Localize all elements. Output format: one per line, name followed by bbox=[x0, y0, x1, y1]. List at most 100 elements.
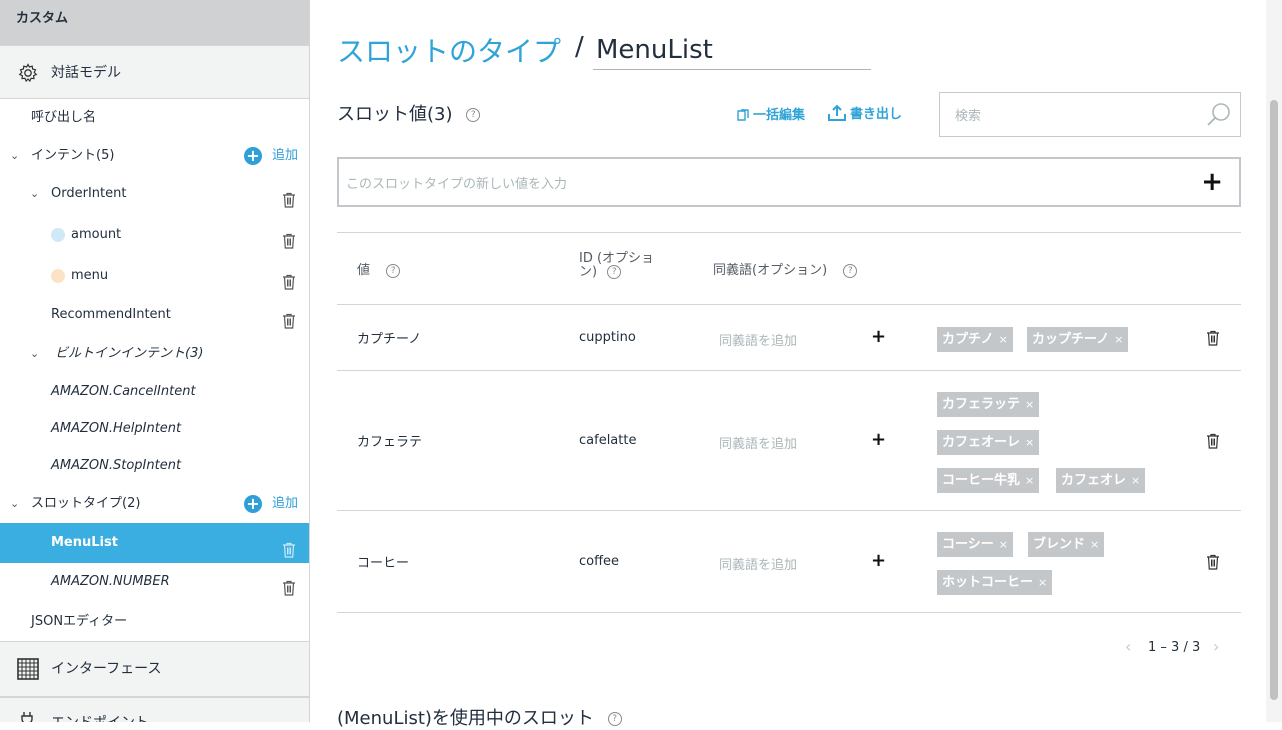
sidebar-item-label: 呼び出し名 bbox=[31, 110, 97, 125]
prev-page-icon[interactable]: ‹ bbox=[1125, 637, 1131, 656]
sidebar-section-interfaces[interactable]: インターフェース bbox=[0, 641, 309, 697]
sidebar-item-menulist[interactable]: MenuList bbox=[0, 523, 309, 563]
remove-synonym-icon[interactable]: × bbox=[1025, 474, 1034, 487]
synonym-chip[interactable]: コーシー × bbox=[937, 532, 1013, 557]
export-button[interactable]: 書き出し bbox=[828, 103, 902, 125]
sidebar-item-label: AMAZON.HelpIntent bbox=[51, 421, 182, 436]
help-icon[interactable]: ? bbox=[843, 263, 858, 278]
new-value-input[interactable] bbox=[339, 159, 1188, 207]
remove-synonym-icon[interactable]: × bbox=[1114, 333, 1123, 346]
slot-id[interactable]: coffee bbox=[579, 554, 619, 569]
breadcrumb-separator: / bbox=[575, 32, 584, 62]
chevron-down-icon[interactable]: ⌄ bbox=[30, 335, 39, 373]
remove-synonym-icon[interactable]: × bbox=[999, 333, 1008, 346]
trash-icon[interactable] bbox=[1206, 433, 1220, 453]
synonym-chip[interactable]: カプチノ × bbox=[937, 327, 1013, 352]
add-synonym-input[interactable]: 同義語を追加 bbox=[719, 330, 797, 349]
sidebar-item-label: amount bbox=[71, 227, 122, 242]
add-synonym-plus-icon[interactable]: + bbox=[871, 429, 886, 450]
slot-value[interactable]: カプチーノ bbox=[357, 328, 421, 347]
scrollbar-thumb[interactable] bbox=[1270, 100, 1278, 700]
sidebar-item-recommend-intent[interactable]: RecommendIntent bbox=[0, 296, 309, 334]
bulk-edit-button[interactable]: 一括編集 bbox=[737, 104, 805, 125]
slot-values-title: スロット値(3) bbox=[337, 104, 453, 125]
slot-value[interactable]: カフェラテ bbox=[357, 431, 422, 450]
synonym-chip[interactable]: ホットコーヒー × bbox=[937, 570, 1053, 595]
sidebar-item-label: AMAZON.StopIntent bbox=[51, 458, 182, 473]
sidebar-section-endpoint[interactable]: エンドポイント bbox=[0, 697, 309, 722]
synonym-chip[interactable]: カフェラッテ × bbox=[937, 392, 1040, 417]
chevron-down-icon[interactable]: ⌄ bbox=[10, 137, 19, 175]
sidebar-item-amazon-number[interactable]: AMAZON.NUMBER bbox=[0, 563, 309, 601]
sidebar-section-label: エンドポイント bbox=[51, 708, 149, 722]
sidebar-item-intents[interactable]: ⌄ インテント(5) + 追加 bbox=[0, 137, 309, 175]
search-input[interactable] bbox=[940, 93, 1217, 138]
help-icon[interactable]: ? bbox=[386, 263, 401, 278]
remove-synonym-icon[interactable]: × bbox=[1131, 474, 1140, 487]
slot-id[interactable]: cupptino bbox=[579, 330, 636, 345]
synonym-chip[interactable]: カフェオレ × bbox=[1056, 468, 1146, 493]
column-header-id: ID (オプショ ン) ? bbox=[579, 252, 654, 279]
slot-id[interactable]: cafelatte bbox=[579, 433, 636, 448]
next-page-icon[interactable]: › bbox=[1213, 637, 1219, 656]
pagination-label: 1 – 3 / 3 bbox=[1148, 640, 1201, 655]
column-header-synonyms: 同義語(オプション) ? bbox=[713, 259, 858, 278]
sidebar-item-slot-menu[interactable]: menu bbox=[0, 257, 309, 295]
sidebar-item-slot-amount[interactable]: amount bbox=[0, 216, 309, 254]
trash-icon[interactable] bbox=[1206, 330, 1220, 350]
divider bbox=[337, 232, 1241, 233]
search-box[interactable] bbox=[939, 92, 1241, 138]
help-icon[interactable]: ? bbox=[607, 265, 622, 279]
remove-synonym-icon[interactable]: × bbox=[1038, 576, 1047, 589]
remove-synonym-icon[interactable]: × bbox=[1025, 436, 1034, 449]
synonym-chip[interactable]: コーヒー牛乳 × bbox=[937, 468, 1040, 493]
add-synonym-input[interactable]: 同義語を追加 bbox=[719, 554, 797, 573]
main-content: スロットのタイプ / MenuList スロット値(3) ? 一括編集 書き出し… bbox=[311, 0, 1271, 729]
sidebar-item-label: MenuList bbox=[51, 535, 118, 550]
new-value-box[interactable]: + bbox=[337, 157, 1241, 207]
upload-icon bbox=[828, 104, 846, 125]
export-label: 書き出し bbox=[850, 107, 903, 122]
sidebar-item-help-intent[interactable]: AMAZON.HelpIntent bbox=[0, 410, 309, 448]
sidebar-item-builtin-intents[interactable]: ⌄ ビルトインインテント(3) bbox=[0, 335, 309, 373]
slot-value[interactable]: コーヒー bbox=[357, 552, 409, 571]
slot-values-heading: スロット値(3) ? bbox=[337, 100, 481, 126]
bulk-edit-label: 一括編集 bbox=[753, 108, 806, 123]
help-icon[interactable]: ? bbox=[607, 712, 622, 726]
add-synonym-plus-icon[interactable]: + bbox=[871, 550, 886, 571]
synonym-chip[interactable]: ブレンド × bbox=[1028, 532, 1105, 557]
help-icon[interactable]: ? bbox=[466, 108, 481, 122]
column-header-label: ID (オプショ bbox=[579, 251, 655, 266]
sidebar-item-label: AMAZON.NUMBER bbox=[51, 574, 170, 589]
sidebar-item-slot-types[interactable]: ⌄ スロットタイプ(2) + 追加 bbox=[0, 485, 309, 523]
sidebar-item-stop-intent[interactable]: AMAZON.StopIntent bbox=[0, 447, 309, 485]
plus-circle-icon: + bbox=[244, 147, 262, 165]
sidebar-header: カスタム bbox=[0, 0, 309, 45]
add-synonym-input[interactable]: 同義語を追加 bbox=[719, 433, 797, 452]
synonym-label: カフェオレ bbox=[1061, 473, 1127, 488]
add-label: 追加 bbox=[272, 148, 299, 163]
synonym-chip[interactable]: カフェオーレ × bbox=[937, 430, 1040, 455]
sidebar-section-dialog-model[interactable]: 対話モデル bbox=[0, 45, 309, 99]
sidebar-item-order-intent[interactable]: ⌄ OrderIntent bbox=[0, 175, 309, 213]
remove-synonym-icon[interactable]: × bbox=[1025, 398, 1034, 411]
synonym-label: コーヒー牛乳 bbox=[942, 473, 1021, 488]
remove-synonym-icon[interactable]: × bbox=[1090, 538, 1099, 551]
sidebar-item-cancel-intent[interactable]: AMAZON.CancelIntent bbox=[0, 373, 309, 411]
chevron-down-icon[interactable]: ⌄ bbox=[10, 485, 19, 523]
slot-color-dot bbox=[51, 228, 65, 242]
chevron-down-icon[interactable]: ⌄ bbox=[30, 175, 39, 213]
search-icon[interactable] bbox=[1206, 102, 1232, 132]
slot-type-name-field[interactable]: MenuList bbox=[593, 30, 871, 70]
plug-icon bbox=[20, 710, 34, 722]
add-value-plus-icon[interactable]: + bbox=[1201, 167, 1223, 197]
synonym-chip[interactable]: カップチーノ × bbox=[1027, 327, 1129, 352]
add-synonym-plus-icon[interactable]: + bbox=[871, 326, 886, 347]
sidebar-item-json-editor[interactable]: JSONエディター bbox=[0, 603, 309, 641]
sidebar-item-label: RecommendIntent bbox=[51, 307, 171, 322]
trash-icon[interactable] bbox=[1206, 554, 1220, 574]
breadcrumb-slot-types-link[interactable]: スロットのタイプ bbox=[337, 30, 561, 70]
sidebar-item-label: インテント(5) bbox=[31, 148, 115, 163]
remove-synonym-icon[interactable]: × bbox=[999, 538, 1008, 551]
sidebar-item-invocation[interactable]: 呼び出し名 bbox=[0, 99, 309, 137]
